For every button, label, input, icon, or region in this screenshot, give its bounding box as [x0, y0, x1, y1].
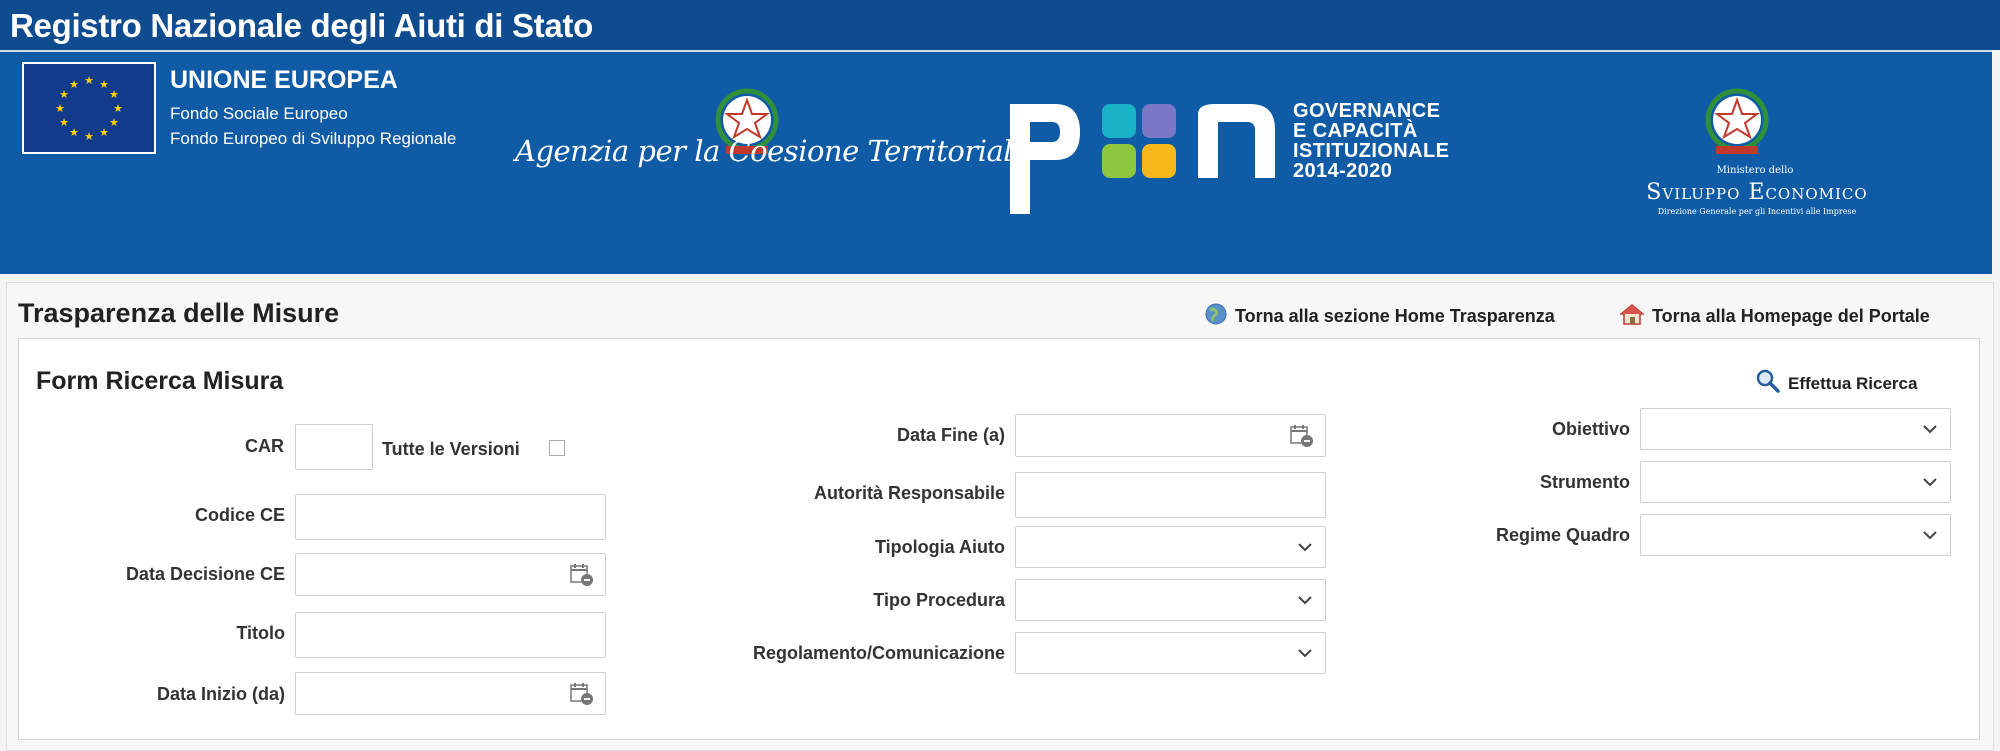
data-inizio-label: Data Inizio (da): [156, 684, 285, 704]
obiettivo-select[interactable]: [1640, 408, 1951, 450]
svg-text:★: ★: [109, 89, 119, 101]
eu-text: UNIONE EUROPEA Fondo Sociale Europeo Fon…: [170, 66, 456, 151]
eu-title: UNIONE EUROPEA: [170, 66, 398, 94]
globe-icon: [1205, 303, 1227, 330]
obiettivo-label: Obiettivo: [1551, 419, 1630, 439]
tipo-procedura-label: Tipo Procedura: [873, 590, 1005, 610]
link-home-trasparenza-label: Torna alla sezione Home Trasparenza: [1235, 306, 1555, 326]
codice-ce-label: Codice CE: [194, 505, 285, 525]
autorita-label: Autorità Responsabile: [813, 483, 1005, 503]
titolo-label: Titolo: [236, 623, 285, 643]
svg-text:★: ★: [69, 127, 79, 139]
calendar-icon[interactable]: [569, 682, 595, 711]
home-icon: [1618, 303, 1646, 330]
chevron-down-icon: [1297, 537, 1313, 562]
regime-select[interactable]: [1640, 514, 1951, 556]
pon-text: GOVERNANCE E CAPACITÀ ISTITUZIONALE 2014…: [1293, 101, 1449, 181]
eu-flag-icon: ★ ★ ★ ★ ★ ★ ★ ★ ★ ★ ★ ★: [22, 62, 156, 154]
regime-label: Regime Quadro: [1495, 525, 1630, 545]
calendar-icon[interactable]: [569, 563, 595, 592]
svg-text:★: ★: [99, 127, 109, 139]
form-title: Form Ricerca Misura: [36, 367, 284, 395]
svg-text:★: ★: [59, 117, 69, 129]
search-icon: [1756, 369, 1780, 398]
mise-direzione: Direzione Generale per gli Incentivi all…: [1657, 207, 1857, 216]
pon-line4: 2014-2020: [1293, 160, 1393, 182]
regolamento-select[interactable]: [1015, 632, 1326, 674]
site-title: Registro Nazionale degli Aiuti di Stato: [10, 7, 593, 44]
svg-text:★: ★: [99, 79, 109, 91]
pon-line2: E CAPACITÀ: [1293, 120, 1418, 142]
strumento-label: Strumento: [1540, 472, 1630, 492]
link-home-trasparenza[interactable]: Torna alla sezione Home Trasparenza: [1205, 303, 1555, 330]
chevron-down-icon: [1922, 525, 1938, 550]
pon-line1: GOVERNANCE: [1293, 100, 1441, 122]
svg-text:★: ★: [84, 131, 94, 143]
search-button-label: Effettua Ricerca: [1788, 373, 1918, 393]
pon-logo-icon: [1010, 104, 1275, 214]
data-fine-input[interactable]: [1015, 414, 1326, 457]
calendar-icon[interactable]: [1289, 424, 1315, 453]
tipologia-label: Tipologia Aiuto: [875, 537, 1005, 557]
agenzia-text: Agenzia per la Coesione Territoriale: [515, 134, 1029, 168]
car-input[interactable]: [295, 424, 373, 470]
chevron-down-icon: [1922, 419, 1938, 444]
svg-text:★: ★: [113, 103, 123, 115]
data-inizio-input[interactable]: [295, 672, 606, 715]
link-homepage-portale[interactable]: Torna alla Homepage del Portale: [1618, 303, 1930, 330]
car-label: CAR: [245, 436, 284, 456]
svg-text:★: ★: [109, 117, 119, 129]
chevron-down-icon: [1297, 590, 1313, 615]
chevron-down-icon: [1922, 472, 1938, 497]
tipologia-select[interactable]: [1015, 526, 1326, 568]
tipo-procedura-select[interactable]: [1015, 579, 1326, 621]
svg-text:★: ★: [55, 103, 65, 115]
mise-sviluppo: Sviluppo Economico: [1646, 180, 1868, 205]
titolo-input[interactable]: [295, 612, 606, 658]
svg-text:★: ★: [84, 75, 94, 87]
eu-line2: Fondo Europeo di Sviluppo Regionale: [170, 129, 457, 148]
data-fine-label: Data Fine (a): [896, 425, 1005, 445]
tutte-versioni-checkbox[interactable]: [549, 440, 565, 456]
title-bar: Registro Nazionale degli Aiuti di Stato: [0, 0, 2000, 50]
tutte-versioni-label: Tutte le Versioni: [382, 439, 520, 459]
codice-ce-input[interactable]: [295, 494, 606, 540]
autorita-input[interactable]: [1015, 472, 1326, 518]
link-homepage-portale-label: Torna alla Homepage del Portale: [1652, 306, 1930, 326]
pon-line3: ISTITUZIONALE: [1293, 140, 1450, 162]
strumento-select[interactable]: [1640, 461, 1951, 503]
mise-ministero: Ministero dello: [1716, 165, 1794, 176]
data-decisione-input[interactable]: [295, 553, 606, 596]
svg-text:★: ★: [59, 89, 69, 101]
data-decisione-label: Data Decisione CE: [125, 564, 285, 584]
chevron-down-icon: [1297, 643, 1313, 668]
search-button[interactable]: Effettua Ricerca: [1756, 369, 1917, 398]
eu-line1: Fondo Sociale Europeo: [170, 104, 348, 123]
svg-text:★: ★: [69, 79, 79, 91]
section-title: Trasparenza delle Misure: [18, 298, 340, 328]
regolamento-label: Regolamento/Comunicazione: [752, 643, 1005, 663]
mise-emblem-icon: [1702, 86, 1772, 160]
